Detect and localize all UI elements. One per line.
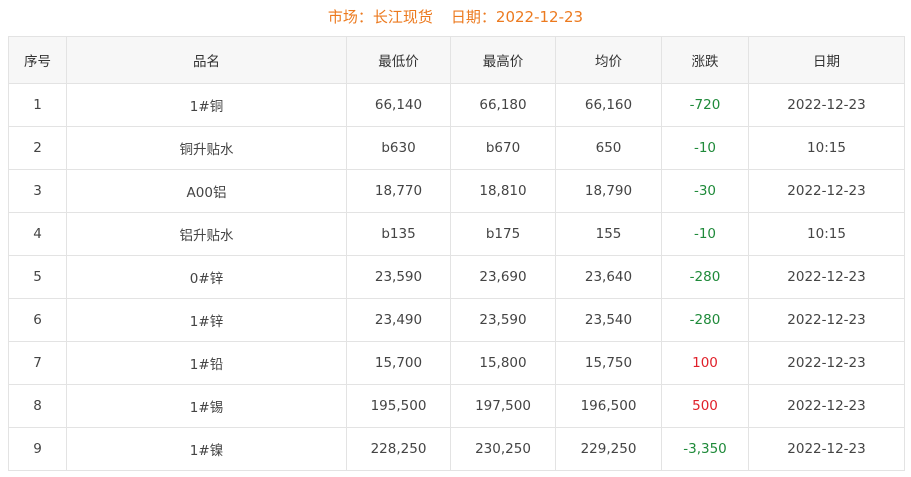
cell-low: b135 bbox=[346, 212, 451, 256]
cell-avg: 229,250 bbox=[555, 427, 662, 471]
page-title: 市场：长江现货 日期：2022-12-23 bbox=[0, 6, 911, 28]
cell-date: 10:15 bbox=[748, 126, 905, 170]
table-row: 6 1#锌 23,490 23,590 23,540 -280 2022-12-23 bbox=[8, 298, 905, 342]
cell-name: 铜升贴水 bbox=[66, 126, 347, 170]
cell-low: 228,250 bbox=[346, 427, 451, 471]
market-label: 市场： bbox=[327, 8, 373, 26]
cell-high: 15,800 bbox=[450, 341, 556, 385]
cell-date: 2022-12-23 bbox=[748, 83, 905, 127]
cell-change: -10 bbox=[661, 212, 749, 256]
column-header-change: 涨跌 bbox=[661, 36, 749, 84]
cell-no: 5 bbox=[8, 255, 67, 299]
cell-change: 500 bbox=[661, 384, 749, 428]
cell-name: 0#锌 bbox=[66, 255, 347, 299]
cell-no: 3 bbox=[8, 169, 67, 213]
cell-name: 铝升贴水 bbox=[66, 212, 347, 256]
table-row: 5 0#锌 23,590 23,690 23,640 -280 2022-12-23 bbox=[8, 255, 905, 299]
cell-date: 2022-12-23 bbox=[748, 427, 905, 471]
cell-date: 2022-12-23 bbox=[748, 298, 905, 342]
cell-low: 23,490 bbox=[346, 298, 451, 342]
column-header-low: 最低价 bbox=[346, 36, 451, 84]
cell-no: 2 bbox=[8, 126, 67, 170]
table-header-row: 序号 品名 最低价 最高价 均价 涨跌 日期 bbox=[8, 36, 905, 84]
table-row: 2 铜升贴水 b630 b670 650 -10 10:15 bbox=[8, 126, 905, 170]
cell-high: 23,690 bbox=[450, 255, 556, 299]
column-header-no: 序号 bbox=[8, 36, 67, 84]
table-row: 8 1#锡 195,500 197,500 196,500 500 2022-12-23 bbox=[8, 384, 905, 428]
date-label: 日期： bbox=[450, 8, 496, 26]
table-body: 1 1#铜 66,140 66,180 66,160 -720 2022-12-23 2 铜升贴… bbox=[8, 83, 905, 471]
cell-date: 2022-12-23 bbox=[748, 341, 905, 385]
price-table: 序号 品名 最低价 最高价 均价 涨跌 日期 1 1#铜 66,140 66,180 6… bbox=[8, 36, 905, 471]
table-row: 7 1#铅 15,700 15,800 15,750 100 2022-12-23 bbox=[8, 341, 905, 385]
cell-low: 18,770 bbox=[346, 169, 451, 213]
cell-no: 7 bbox=[8, 341, 67, 385]
cell-date: 10:15 bbox=[748, 212, 905, 256]
table-row: 9 1#镍 228,250 230,250 229,250 -3,350 2022-12-2… bbox=[8, 427, 905, 471]
cell-change: -3,350 bbox=[661, 427, 749, 471]
cell-name: 1#锡 bbox=[66, 384, 347, 428]
cell-change: -280 bbox=[661, 255, 749, 299]
cell-change: -720 bbox=[661, 83, 749, 127]
cell-name: 1#镍 bbox=[66, 427, 347, 471]
cell-date: 2022-12-23 bbox=[748, 384, 905, 428]
cell-high: b175 bbox=[450, 212, 556, 256]
cell-avg: 66,160 bbox=[555, 83, 662, 127]
cell-low: 23,590 bbox=[346, 255, 451, 299]
cell-avg: 23,540 bbox=[555, 298, 662, 342]
cell-change: -30 bbox=[661, 169, 749, 213]
cell-avg: 650 bbox=[555, 126, 662, 170]
cell-no: 1 bbox=[8, 83, 67, 127]
cell-high: 18,810 bbox=[450, 169, 556, 213]
cell-high: 230,250 bbox=[450, 427, 556, 471]
cell-high: 197,500 bbox=[450, 384, 556, 428]
cell-low: b630 bbox=[346, 126, 451, 170]
cell-change: 100 bbox=[661, 341, 749, 385]
cell-avg: 155 bbox=[555, 212, 662, 256]
cell-low: 15,700 bbox=[346, 341, 451, 385]
column-header-avg: 均价 bbox=[555, 36, 662, 84]
cell-high: 23,590 bbox=[450, 298, 556, 342]
column-header-name: 品名 bbox=[66, 36, 347, 84]
cell-date: 2022-12-23 bbox=[748, 255, 905, 299]
cell-avg: 15,750 bbox=[555, 341, 662, 385]
cell-no: 8 bbox=[8, 384, 67, 428]
market-value: 长江现货 bbox=[372, 8, 433, 26]
cell-low: 195,500 bbox=[346, 384, 451, 428]
table-row: 1 1#铜 66,140 66,180 66,160 -720 2022-12-23 bbox=[8, 83, 905, 127]
date-value: 2022-12-23 bbox=[495, 8, 584, 26]
cell-avg: 18,790 bbox=[555, 169, 662, 213]
cell-name: 1#铜 bbox=[66, 83, 347, 127]
cell-high: b670 bbox=[450, 126, 556, 170]
cell-avg: 196,500 bbox=[555, 384, 662, 428]
cell-no: 4 bbox=[8, 212, 67, 256]
cell-change: -280 bbox=[661, 298, 749, 342]
cell-no: 6 bbox=[8, 298, 67, 342]
cell-name: A00铝 bbox=[66, 169, 347, 213]
cell-low: 66,140 bbox=[346, 83, 451, 127]
cell-no: 9 bbox=[8, 427, 67, 471]
column-header-high: 最高价 bbox=[450, 36, 556, 84]
cell-date: 2022-12-23 bbox=[748, 169, 905, 213]
cell-name: 1#铅 bbox=[66, 341, 347, 385]
table-row: 3 A00铝 18,770 18,810 18,790 -30 2022-12-23 bbox=[8, 169, 905, 213]
cell-name: 1#锌 bbox=[66, 298, 347, 342]
cell-avg: 23,640 bbox=[555, 255, 662, 299]
table-row: 4 铝升贴水 b135 b175 155 -10 10:15 bbox=[8, 212, 905, 256]
column-header-date: 日期 bbox=[748, 36, 905, 84]
cell-high: 66,180 bbox=[450, 83, 556, 127]
cell-change: -10 bbox=[661, 126, 749, 170]
